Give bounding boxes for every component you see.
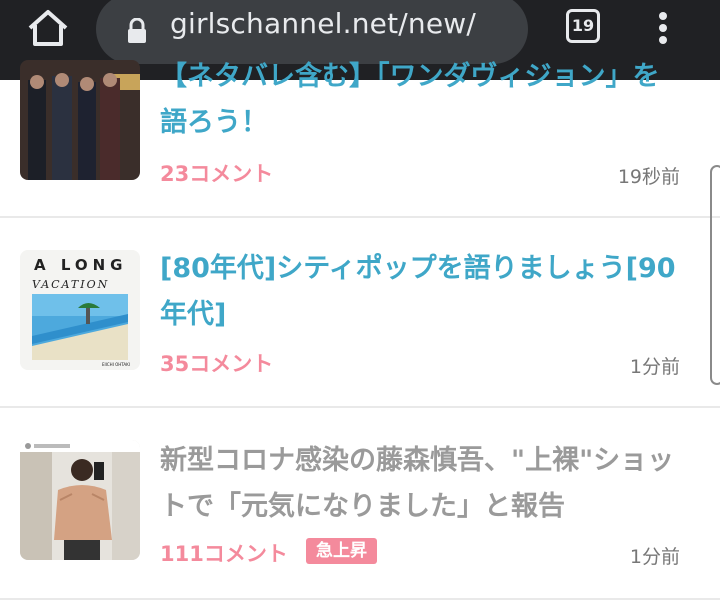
thumb-title-line1: A LONG	[34, 256, 127, 274]
comment-count: 23コメント	[160, 162, 274, 186]
list-item[interactable]: A LONG VACATION EIICHI OHTAKI [80年代]シティポ…	[0, 218, 720, 406]
trending-badge: 急上昇	[306, 538, 377, 564]
article-thumbnail: A LONG VACATION EIICHI OHTAKI	[20, 250, 140, 370]
thumb-artist: EIICHI OHTAKI	[102, 362, 130, 367]
url-text: girlschannel.net/new/	[170, 7, 477, 40]
article-title[interactable]: [80年代]シティポップを語りましょう[90年代]	[160, 246, 680, 338]
home-icon[interactable]	[26, 8, 70, 48]
comment-count: 35コメント	[160, 352, 274, 376]
scrollbar[interactable]	[710, 165, 720, 385]
tab-switcher-button[interactable]: 19	[566, 9, 600, 43]
lock-icon	[126, 17, 148, 44]
article-thumbnail	[20, 60, 140, 180]
article-title[interactable]: 【ネタバレ含む】「ワンダヴィジョン」を語ろう！	[160, 54, 680, 146]
article-title[interactable]: 新型コロナ感染の藤森慎吾、"上裸"ショットで「元気になりました」と報告	[160, 438, 680, 530]
list-item[interactable]: 【ネタバレ含む】「ワンダヴィジョン」を語ろう！ 23コメント 19秒前	[0, 60, 720, 216]
comment-count: 111コメント	[160, 542, 288, 566]
list-item[interactable]: 新型コロナ感染の藤森慎吾、"上裸"ショットで「元気になりました」と報告 111コ…	[0, 408, 720, 598]
divider	[0, 598, 720, 600]
post-time: 19秒前	[617, 166, 680, 188]
thumb-title-line2: VACATION	[32, 278, 109, 291]
article-thumbnail	[20, 440, 140, 560]
overflow-menu-icon[interactable]	[655, 8, 671, 48]
post-time: 1分前	[629, 546, 680, 568]
post-time: 1分前	[629, 356, 680, 378]
